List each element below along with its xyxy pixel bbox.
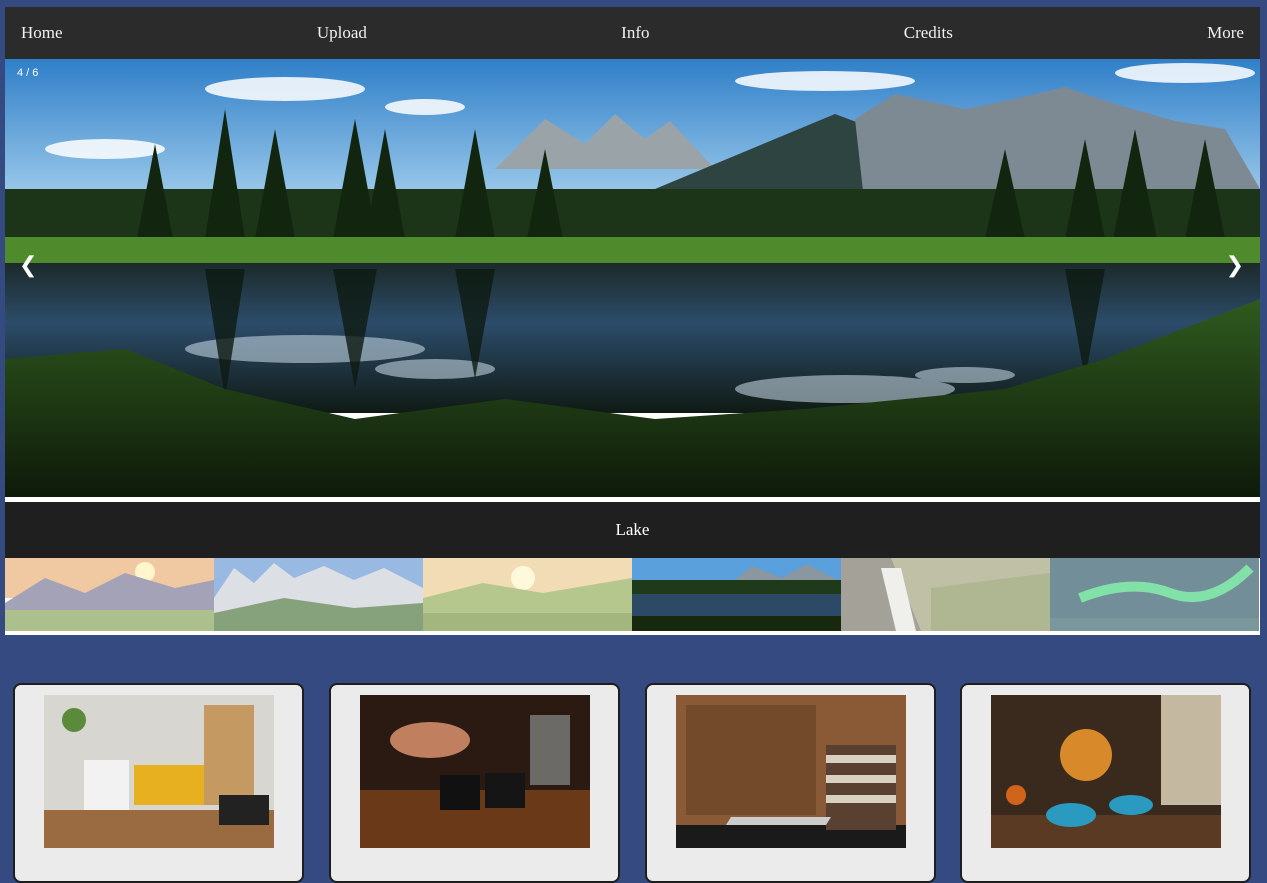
card-3[interactable] — [645, 683, 936, 883]
card-1-image — [44, 695, 274, 848]
thumbnail-3[interactable] — [423, 558, 632, 631]
tea-pouring-image — [991, 695, 1221, 848]
home-office-image — [44, 695, 274, 848]
next-slide-button[interactable]: ❯ — [1226, 255, 1244, 277]
thumbnail-1[interactable] — [5, 558, 214, 631]
card-4[interactable] — [960, 683, 1251, 883]
thumbnail-2[interactable] — [214, 558, 423, 631]
nav-info[interactable]: Info — [621, 23, 649, 43]
nav-more[interactable]: More — [1207, 23, 1244, 43]
lake-landscape-image — [5, 59, 1260, 497]
nav-home[interactable]: Home — [21, 23, 63, 43]
card-2-image — [360, 695, 590, 848]
slide-counter: 4 / 6 — [17, 67, 39, 79]
waterfall-image — [841, 558, 1050, 631]
lake-reflection-image — [632, 558, 841, 631]
thumbnail-strip — [5, 558, 1260, 631]
coffee-bar-image — [360, 695, 590, 848]
card-3-image — [676, 695, 906, 848]
nav-credits[interactable]: Credits — [904, 23, 953, 43]
main-slide: 4 / 6 ❮ ❯ — [5, 59, 1260, 497]
laptop-books-image — [676, 695, 906, 848]
top-nav: Home Upload Info Credits More — [5, 7, 1260, 59]
card-1[interactable] — [13, 683, 304, 883]
card-4-image — [991, 695, 1221, 848]
golden-hills-image — [423, 558, 632, 631]
sunset-meadow-image — [5, 558, 214, 631]
prev-slide-button[interactable]: ❮ — [19, 255, 37, 277]
slideshow-frame: Home Upload Info Credits More 4 / 6 ❮ ❯ … — [5, 7, 1260, 635]
slide-caption: Lake — [5, 502, 1260, 558]
jagged-peaks-image — [214, 558, 423, 631]
nav-upload[interactable]: Upload — [317, 23, 367, 43]
thumbnail-6[interactable] — [1050, 558, 1259, 631]
thumbnail-4-active[interactable] — [632, 558, 841, 631]
card-2[interactable] — [329, 683, 620, 883]
aurora-image — [1050, 558, 1259, 631]
thumbnail-5[interactable] — [841, 558, 1050, 631]
